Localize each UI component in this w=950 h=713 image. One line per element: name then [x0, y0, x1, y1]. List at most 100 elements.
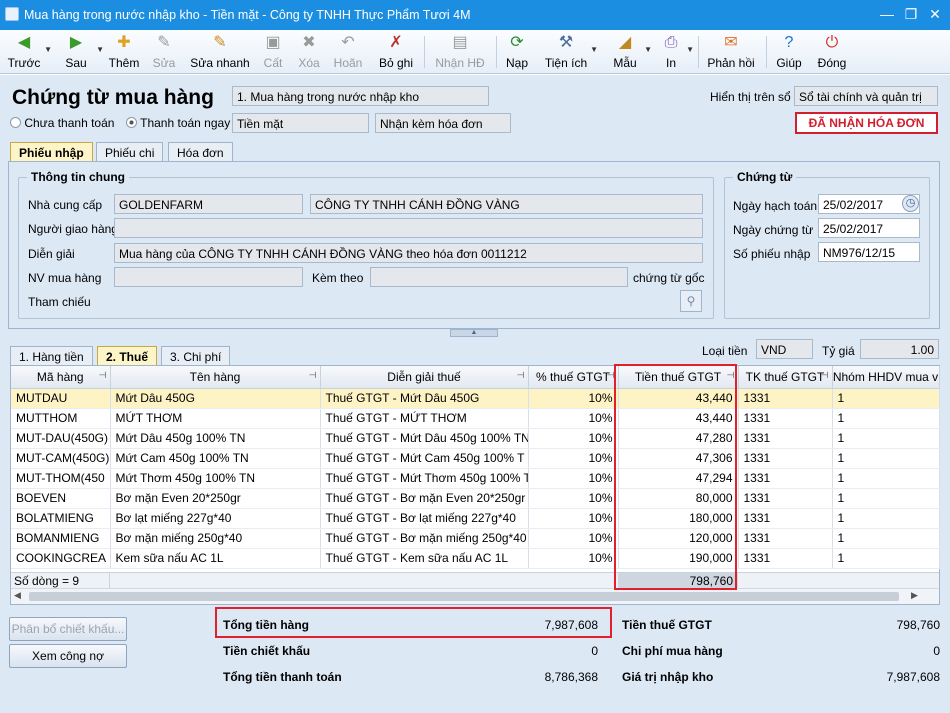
cell-vat-rate[interactable]: 10% — [528, 528, 619, 549]
load-button[interactable]: ⟳ Nạp — [502, 32, 532, 72]
currency-select[interactable]: VND — [756, 339, 813, 359]
cell-name[interactable]: Kem sữa nấu AC 1L — [110, 548, 321, 569]
pin-icon[interactable]: ⊣ — [309, 370, 317, 381]
cell-vat-rate[interactable]: 10% — [528, 448, 619, 469]
view-debt-button[interactable]: Xem công nợ — [9, 644, 127, 668]
col-header-code[interactable]: Mã hàng ⊣ — [11, 366, 111, 389]
invoice-option-select[interactable]: Nhận kèm hóa đơn — [375, 113, 511, 133]
cell-group[interactable]: 1 — [832, 468, 940, 489]
cell-code[interactable]: MUTDAU — [11, 388, 111, 409]
cell-tax-desc[interactable]: Thuế GTGT - Mứt Cam 450g 100% T — [320, 448, 529, 469]
cell-vat-rate[interactable]: 10% — [528, 508, 619, 529]
cell-group[interactable]: 1 — [832, 528, 940, 549]
cell-group[interactable]: 1 — [832, 408, 940, 429]
cell-group[interactable]: 1 — [832, 388, 940, 409]
cell-name[interactable]: Mứt Thơm 450g 100% TN — [110, 468, 321, 489]
cell-group[interactable]: 1 — [832, 488, 940, 509]
dropdown-arrow-icon[interactable]: ▼ — [590, 45, 598, 54]
cell-name[interactable]: Bơ mặn miếng 250g*40 — [110, 528, 321, 549]
edit-button[interactable]: ✎ Sửa — [148, 32, 180, 72]
close-button[interactable]: ⏻ Đóng — [814, 32, 850, 72]
cell-tax-desc[interactable]: Thuế GTGT - Mứt Dâu 450G — [320, 388, 529, 409]
scroll-thumb[interactable] — [29, 592, 899, 601]
tab-invoice[interactable]: Hóa đơn — [168, 142, 233, 162]
cell-code[interactable]: MUT-DAU(450G) — [11, 428, 111, 449]
pin-icon[interactable]: ⊣ — [821, 370, 829, 381]
cell-tax-desc[interactable]: Thuế GTGT - Mứt Dâu 450g 100% TN — [320, 428, 529, 449]
col-header-vat-account[interactable]: TK thuế GTGT ⊣ — [738, 366, 833, 389]
cell-group[interactable]: 1 — [832, 548, 940, 569]
cell-vat-account[interactable]: 1331 — [738, 428, 833, 449]
table-row[interactable]: MUT-CAM(450G) Mứt Cam 450g 100% TN Thuế GT… — [11, 448, 940, 469]
cell-name[interactable]: Mứt Dâu 450G — [110, 388, 321, 409]
col-header-vat-rate[interactable]: % thuế GTGT ⊣ — [528, 366, 619, 389]
display-select[interactable]: Sổ tài chính và quản trị — [794, 86, 938, 106]
cell-code[interactable]: BOMANMIENG — [11, 528, 111, 549]
cell-vat-rate[interactable]: 10% — [528, 488, 619, 509]
tab-cost[interactable]: 3. Chi phí — [161, 346, 231, 366]
buyer-input[interactable] — [114, 267, 303, 287]
help-button[interactable]: ? Giúp — [774, 32, 804, 72]
dropdown-arrow-icon[interactable]: ▼ — [686, 45, 694, 54]
cell-tax-desc[interactable]: Thuế GTGT - Bơ mặn Even 20*250gr — [320, 488, 529, 509]
cell-code[interactable]: MUT-THOM(450 — [11, 468, 111, 489]
cell-tax-desc[interactable]: Thuế GTGT - Bơ lạt miếng 227g*40 — [320, 508, 529, 529]
supplier-name-input[interactable]: CÔNG TY TNHH CÁNH ĐỒNG VÀNG — [310, 194, 703, 214]
purchase-type-select[interactable]: 1. Mua hàng trong nước nhập kho — [232, 86, 489, 106]
deliverer-input[interactable] — [114, 218, 703, 238]
cell-name[interactable]: Bơ lạt miếng 227g*40 — [110, 508, 321, 529]
print-button[interactable]: ⎙ In ▼ — [658, 32, 694, 72]
cell-code[interactable]: COOKINGCREA — [11, 548, 111, 569]
table-row[interactable]: MUT-DAU(450G) Mứt Dâu 450g 100% TN Thuế GT… — [11, 428, 940, 449]
cell-name[interactable]: MỨT THƠM — [110, 408, 321, 429]
cell-vat-account[interactable]: 1331 — [738, 468, 833, 489]
calendar-icon[interactable]: ◷ — [902, 195, 919, 212]
close-window-button[interactable]: ✕ — [926, 5, 944, 23]
pin-icon[interactable]: ⊣ — [517, 370, 525, 381]
save-button[interactable]: ▣ Cất — [258, 32, 288, 72]
restore-button[interactable]: ❐ — [902, 5, 920, 23]
cell-vat-rate[interactable]: 10% — [528, 388, 619, 409]
unpost-button[interactable]: ✗ Bỏ ghi — [376, 32, 416, 72]
dropdown-arrow-icon[interactable]: ▼ — [44, 45, 52, 54]
tab-payment[interactable]: Phiếu chi — [96, 142, 164, 162]
pin-icon[interactable]: ⊣ — [99, 370, 107, 381]
payment-method-select[interactable]: Tiền mặt — [232, 113, 369, 133]
scroll-right-icon[interactable]: ▶ — [911, 590, 918, 601]
collapse-splitter[interactable]: ▲ — [450, 329, 498, 337]
cell-vat-account[interactable]: 1331 — [738, 448, 833, 469]
table-row[interactable]: BOLATMIENG Bơ lạt miếng 227g*40 Thuế GTGT … — [11, 508, 940, 529]
radio-paid[interactable]: Thanh toán ngay — [126, 116, 230, 130]
dropdown-arrow-icon[interactable]: ▼ — [644, 45, 652, 54]
delete-button[interactable]: ✖ Xóa — [294, 32, 324, 72]
cell-vat-account[interactable]: 1331 — [738, 548, 833, 569]
attach-input[interactable] — [370, 267, 628, 287]
cell-vat-account[interactable]: 1331 — [738, 488, 833, 509]
allocate-discount-button[interactable]: Phân bổ chiết khấu... — [9, 617, 127, 641]
cell-code[interactable]: MUTTHOM — [11, 408, 111, 429]
cell-name[interactable]: Bơ mặn Even 20*250gr — [110, 488, 321, 509]
cell-code[interactable]: MUT-CAM(450G) — [11, 448, 111, 469]
table-row[interactable]: BOMANMIENG Bơ mặn miếng 250g*40 Thuế GTGT … — [11, 528, 940, 549]
minimize-button[interactable]: — — [878, 5, 896, 23]
cell-group[interactable]: 1 — [832, 428, 940, 449]
cell-tax-desc[interactable]: Thuế GTGT - MỨT THƠM — [320, 408, 529, 429]
cell-group[interactable]: 1 — [832, 508, 940, 529]
utilities-button[interactable]: ⚒ Tiện ích ▼ — [544, 32, 598, 72]
cell-tax-desc[interactable]: Thuế GTGT - Mứt Thơm 450g 100% T — [320, 468, 529, 489]
receive-invoice-button[interactable]: ▤ Nhận HĐ — [432, 32, 488, 72]
col-header-group[interactable]: Nhóm HHDV mua v — [832, 366, 940, 389]
table-row[interactable]: MUT-THOM(450 Mứt Thơm 450g 100% TN Thuế GT… — [11, 468, 940, 489]
cell-vat-rate[interactable]: 10% — [528, 548, 619, 569]
description-input[interactable]: Mua hàng của CÔNG TY TNHH CÁNH ĐỒNG VÀNG… — [114, 243, 703, 263]
quick-edit-button[interactable]: ✎ Sửa nhanh — [190, 32, 250, 72]
cell-vat-account[interactable]: 1331 — [738, 388, 833, 409]
cell-vat-rate[interactable]: 10% — [528, 468, 619, 489]
cell-vat-account[interactable]: 1331 — [738, 508, 833, 529]
tab-receipt[interactable]: Phiếu nhập — [10, 142, 93, 162]
table-row[interactable]: COOKINGCREA Kem sữa nấu AC 1L Thuế GTGT - … — [11, 548, 940, 569]
table-row[interactable]: BOEVEN Bơ mặn Even 20*250gr Thuế GTGT - Bơ… — [11, 488, 940, 509]
tab-goods-money[interactable]: 1. Hàng tiền — [10, 346, 93, 366]
reference-search-icon[interactable]: ⚲ — [680, 290, 702, 312]
horizontal-scrollbar[interactable]: ◀ ▶ — [11, 588, 939, 604]
